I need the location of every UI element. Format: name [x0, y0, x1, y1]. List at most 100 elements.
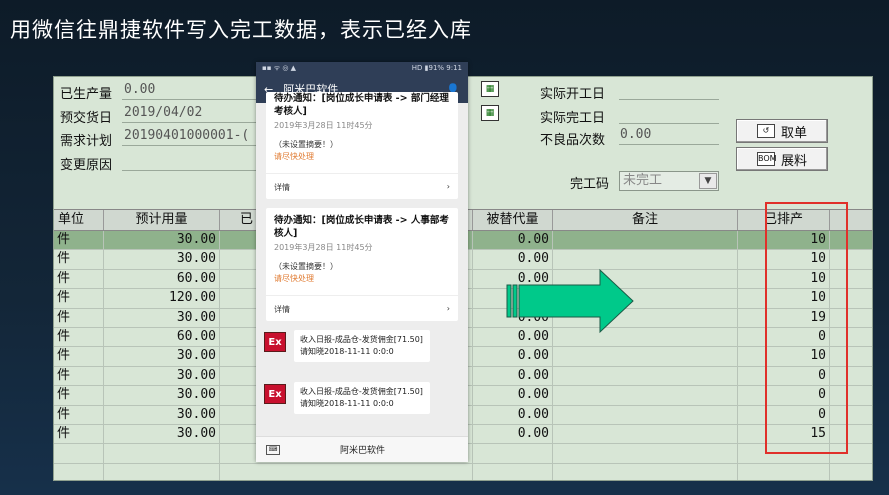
status-icons-right: HD ▮91% 9:11 [411, 64, 462, 72]
message-item[interactable]: Ex 收入日报-成品仓-发货佣金[71.50]请知晓2018-11-11 0:0… [260, 330, 464, 384]
reason-label: 变更原因 [60, 158, 113, 173]
cell-unit[interactable]: 件 [54, 366, 104, 386]
cell-unit[interactable]: 件 [54, 308, 104, 327]
cell-remarks[interactable] [553, 386, 738, 405]
calendar-icon[interactable]: ▦ [481, 81, 499, 97]
cell-planned-qty[interactable]: 30.00 [104, 308, 220, 327]
cell-planned-qty[interactable]: 120.00 [104, 289, 220, 308]
message-bubble: 收入日报-成品仓-发货佣金[71.50]请知晓2018-11-11 0:0:0 [294, 382, 430, 414]
cell-unit[interactable]: 件 [54, 347, 104, 366]
finish-code-select[interactable]: 未完工 ▼ [619, 171, 719, 191]
cell-planned-qty[interactable]: 30.00 [104, 347, 220, 366]
due-label: 预交货日 [60, 111, 113, 126]
plan-value[interactable]: 20190401000001-( [124, 128, 249, 143]
cell-unit[interactable]: 件 [54, 289, 104, 308]
todo-card-title: 待办通知：[岗位成长申请表 -> 人事部考核人] [274, 215, 449, 239]
header-remarks[interactable]: 备注 [553, 210, 738, 230]
details-link: 详情 [274, 305, 290, 314]
actual-end-underline [619, 123, 719, 124]
phone-footer-menu: ⌨ 阿米巴软件 [256, 436, 468, 462]
cell-substituted[interactable]: 0.00 [473, 405, 553, 424]
cell-planned-qty[interactable]: 60.00 [104, 269, 220, 289]
cell-remarks[interactable] [553, 231, 738, 250]
todo-card[interactable]: 待办通知：[岗位成长申请表 -> 人事部考核人] 2019年3月28日 11时4… [266, 208, 458, 321]
cell-unit[interactable]: 件 [54, 250, 104, 269]
keyboard-icon[interactable]: ⌨ [266, 444, 280, 455]
cell-planned-qty[interactable]: 60.00 [104, 327, 220, 347]
cell-substituted[interactable]: 0.00 [473, 347, 553, 366]
cell-planned-qty[interactable]: 30.00 [104, 231, 220, 250]
cell-remarks[interactable] [553, 405, 738, 424]
empty-cell [830, 464, 872, 480]
empty-cell [553, 463, 738, 480]
cell-remarks[interactable] [553, 250, 738, 269]
todo-card-details[interactable]: 详情 › [266, 173, 458, 199]
actual-start-label: 实际开工日 [540, 87, 606, 102]
chevron-right-icon: › [446, 304, 450, 313]
cell-substituted[interactable]: 0.00 [473, 366, 553, 386]
slide-headline: 用微信往鼎捷软件写入完工数据，表示已经入库 [10, 18, 472, 42]
cell-substituted[interactable]: 0.00 [473, 386, 553, 405]
defect-value[interactable]: 0.00 [620, 127, 651, 142]
cell-planned-qty[interactable]: 30.00 [104, 250, 220, 269]
cell-remarks[interactable] [553, 347, 738, 366]
todo-card-date: 2019年3月28日 11时45分 [274, 121, 373, 130]
cell-unit[interactable]: 件 [54, 231, 104, 250]
chevron-down-icon[interactable]: ▼ [699, 173, 717, 189]
empty-cell [54, 463, 104, 480]
cell-unit[interactable]: 件 [54, 269, 104, 289]
empty-cell [473, 463, 553, 480]
plan-underline [122, 145, 257, 146]
actual-start-underline [619, 99, 719, 100]
expand-materials-button[interactable]: BOM 展料 [736, 147, 828, 171]
empty-cell [473, 444, 553, 463]
produced-value[interactable]: 0.00 [124, 82, 155, 97]
bom-icon: BOM [756, 152, 777, 166]
due-value[interactable]: 2019/04/02 [124, 105, 202, 120]
empty-cell [104, 463, 220, 480]
cell-planned-qty[interactable]: 30.00 [104, 424, 220, 444]
finish-code-value: 未完工 [623, 173, 663, 188]
todo-card-title: 待办通知：[岗位成长申请表 -> 部门经理考核人] [274, 93, 449, 117]
message-bubble: 收入日报-成品仓-发货佣金[71.50]请知晓2018-11-11 0:0:0 [294, 330, 430, 362]
cell-unit[interactable]: 件 [54, 386, 104, 405]
header-unit[interactable]: 单位 [54, 210, 104, 230]
refresh-icon: ↺ [756, 124, 775, 138]
due-underline [122, 122, 257, 123]
produced-underline [122, 99, 257, 100]
header-planned-qty[interactable]: 预计用量 [104, 210, 220, 230]
produced-label: 已生产量 [60, 87, 113, 102]
cell-unit[interactable]: 件 [54, 405, 104, 424]
cell-substituted[interactable]: 0.00 [473, 250, 553, 269]
cell-planned-qty[interactable]: 30.00 [104, 386, 220, 405]
finish-code-label: 完工码 [570, 177, 610, 192]
defect-label: 不良品次数 [540, 133, 606, 148]
cell-remarks[interactable] [553, 424, 738, 444]
footer-menu-label[interactable]: 阿米巴软件 [340, 443, 385, 456]
status-icons-left: ▪▪ ᯤ ◎ ▲ [262, 64, 297, 72]
cancel-order-label: 取单 [780, 125, 807, 141]
cell-substituted[interactable]: 0.00 [473, 231, 553, 250]
expand-materials-label: 展料 [780, 153, 807, 169]
cell-unit[interactable]: 件 [54, 424, 104, 444]
empty-cell [738, 463, 830, 480]
calendar-icon[interactable]: ▦ [481, 105, 499, 121]
message-item[interactable]: Ex 收入日报-成品仓-发货佣金[71.50]请知晓2018-11-11 0:0… [260, 382, 464, 436]
actual-end-label: 实际完工日 [540, 111, 606, 126]
todo-card-details[interactable]: 详情 › [266, 295, 458, 321]
details-link: 详情 [274, 183, 290, 192]
cancel-order-button[interactable]: ↺ 取单 [736, 119, 828, 143]
cell-remarks[interactable] [553, 366, 738, 386]
cell-substituted[interactable]: 0.00 [473, 424, 553, 444]
todo-card-note: （未设置摘要！） [274, 140, 338, 149]
phone-status-bar: ▪▪ ᯤ ◎ ▲ HD ▮91% 9:11 [256, 62, 468, 75]
plan-label: 需求计划 [60, 134, 113, 149]
cell-planned-qty[interactable]: 30.00 [104, 366, 220, 386]
empty-cell [553, 444, 738, 463]
todo-card[interactable]: 待办通知：[岗位成长申请表 -> 部门经理考核人] 2019年3月28日 11时… [266, 92, 458, 199]
excel-icon: Ex [264, 332, 286, 352]
todo-card-action: 请尽快处理 [274, 152, 314, 161]
header-substituted[interactable]: 被替代量 [473, 210, 553, 230]
cell-unit[interactable]: 件 [54, 327, 104, 347]
cell-planned-qty[interactable]: 30.00 [104, 405, 220, 424]
